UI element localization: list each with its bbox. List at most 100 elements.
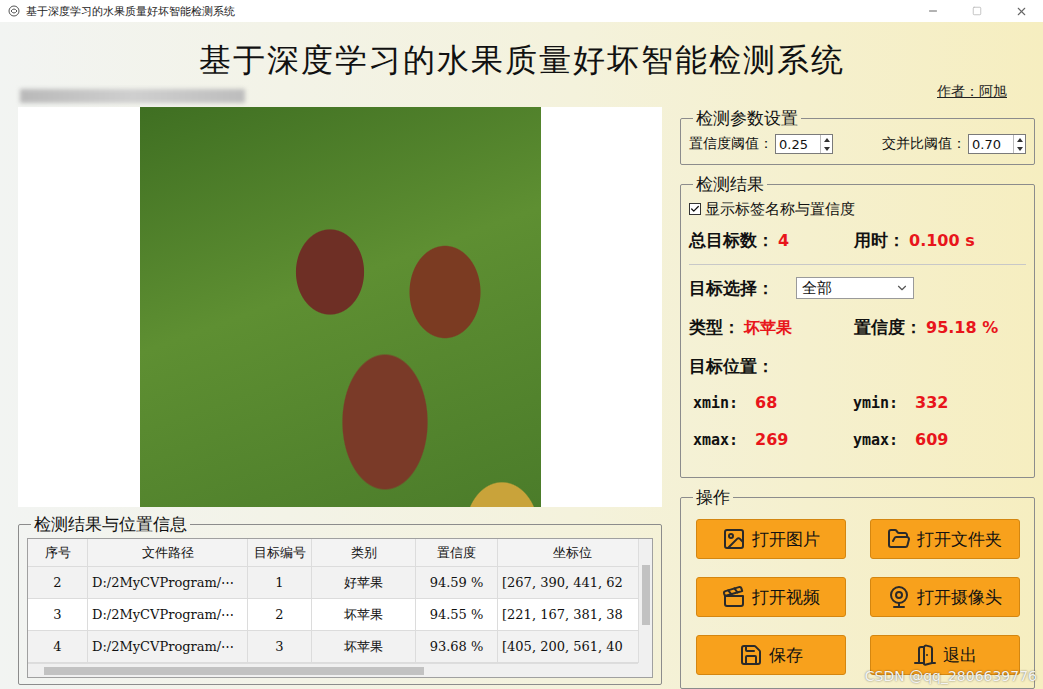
type-field: 类型：坏苹果 [689,316,854,339]
arrow-down-icon[interactable] [821,144,832,153]
window-title: 基于深度学习的水果质量好坏智能检测系统 [26,4,911,19]
table-cell: [267, 390, 441, 62 [498,567,638,598]
group-title: 操作 [693,486,733,509]
target-select-row: 目标选择： 全部 [689,273,1026,303]
table-cell: 1 [248,567,312,598]
coordinate-label: xmin: [693,394,751,412]
button-label: 保存 [769,644,803,667]
clapperboard-icon [722,585,746,609]
coordinate-value: 609 [915,430,948,449]
target-select-label: 目标选择： [689,277,774,300]
close-icon [1015,5,1028,18]
column-header[interactable]: 置信度 [416,539,498,566]
close-button[interactable] [999,0,1043,22]
coordinate-label: xmax: [693,431,751,449]
select-value: 全部 [802,279,832,298]
main-area: 检测结果与位置信息序号文件路径目标编号类别置信度坐标位2D:/2MyCVProg… [0,107,1043,689]
maximize-button[interactable] [955,0,999,22]
arrow-up-icon[interactable] [821,135,832,144]
horizontal-scrollbar[interactable] [28,663,638,677]
left-column: 检测结果与位置信息序号文件路径目标编号类别置信度坐标位2D:/2MyCVProg… [18,107,662,689]
target-select[interactable]: 全部 [796,277,914,299]
position-label: 目标位置： [689,356,774,376]
spin-box[interactable]: 0.70 [968,134,1026,154]
maximize-icon [972,6,982,16]
action-buttons: 打开图片打开文件夹打开视频 打开摄像头保存 退出 [689,511,1026,675]
app-title: 基于深度学习的水果质量好坏智能检测系统 [0,22,1043,80]
group-title: 检测结果 [693,173,767,196]
column-header[interactable]: 序号 [28,539,88,566]
checkbox[interactable] [689,203,701,215]
scroll-thumb[interactable] [642,565,650,625]
door-icon [913,643,937,667]
total-count: 总目标数：4 [689,229,854,252]
arrow-down-icon[interactable] [1014,144,1025,153]
actions-group: 操作打开图片打开文件夹打开视频 打开摄像头保存 退出 [680,486,1035,689]
header-info-row: 作者：阿旭 [0,80,1043,104]
spin-arrows [820,135,832,153]
table-cell: 坏苹果 [312,631,416,662]
minimize-button[interactable] [911,0,955,22]
action-button[interactable]: 打开图片 [696,519,846,559]
action-button[interactable]: 退出 [870,635,1020,675]
table-cell: 2 [248,599,312,630]
type-row: 类型：坏苹果置信度：95.18 % [689,313,1026,341]
type-label: 类型： [689,316,740,339]
group-title: 检测结果与位置信息 [31,513,190,536]
check-icon [690,204,700,214]
coordinate: xmin:68 [693,393,853,412]
column-header[interactable]: 类别 [312,539,416,566]
table-cell: 3 [28,599,88,630]
show-labels-checkbox[interactable]: 显示标签名称与置信度 [689,198,1026,220]
folder-icon [887,527,911,551]
action-button[interactable]: 打开摄像头 [870,577,1020,617]
column-header[interactable]: 目标编号 [248,539,312,566]
action-button[interactable]: 保存 [696,635,846,675]
type-value: 坏苹果 [744,318,792,339]
param-field: 置信度阈值：0.25 [689,134,833,154]
table-row[interactable]: 4D:/2MyCVProgram/⋯3坏苹果93.68 %[405, 200, … [28,631,638,663]
scroll-corner [638,663,652,677]
table-cell: 4 [28,631,88,662]
column-header[interactable]: 坐标位 [498,539,638,566]
app-window: 基于深度学习的水果质量好坏智能检测系统基于深度学习的水果质量好坏智能检测系统作者… [0,0,1043,689]
button-label: 打开摄像头 [917,586,1002,609]
watermark: CSDN @qq_2806639776 [865,668,1037,684]
table-row[interactable]: 2D:/2MyCVProgram/⋯1好苹果94.59 %[267, 390, … [28,567,638,599]
table-group: 检测结果与位置信息序号文件路径目标编号类别置信度坐标位2D:/2MyCVProg… [18,513,662,685]
results-table: 序号文件路径目标编号类别置信度坐标位2D:/2MyCVProgram/⋯1好苹果… [27,538,653,678]
spin-box[interactable]: 0.25 [775,134,833,154]
coordinates: xmin:68ymin:332xmax:269ymax:609 [689,393,1026,449]
scroll-thumb[interactable] [44,667,424,675]
param-label: 置信度阈值： [689,135,773,153]
arrow-up-icon[interactable] [1014,135,1025,144]
coordinate: ymax:609 [853,430,1026,449]
time-label: 用时： [854,229,905,252]
table-cell: 2 [28,567,88,598]
chevron-down-icon [895,281,909,295]
confidence-label: 置信度： [854,316,922,339]
total-value: 4 [778,231,789,250]
vertical-scrollbar[interactable] [638,539,652,663]
coordinate-value: 68 [755,393,777,412]
action-button[interactable]: 打开视频 [696,577,846,617]
blurred-info [20,89,245,103]
webcam-icon [887,585,911,609]
coordinate-value: 269 [755,430,788,449]
image-panel [18,107,662,507]
author-label: 作者：阿旭 [937,83,1007,101]
table-cell: 94.55 % [416,599,498,630]
detection-photo [140,107,541,507]
table-body: 序号文件路径目标编号类别置信度坐标位2D:/2MyCVProgram/⋯1好苹果… [28,539,638,663]
confidence-value: 95.18 % [926,318,998,337]
total-label: 总目标数： [689,229,774,252]
column-header[interactable]: 文件路径 [88,539,248,566]
table-cell: 坏苹果 [312,599,416,630]
picture-icon [722,527,746,551]
params-group: 检测参数设置置信度阈值：0.25交并比阈值：0.70 [680,107,1035,165]
spin-arrows [1013,135,1025,153]
action-button[interactable]: 打开文件夹 [870,519,1020,559]
table-row[interactable]: 3D:/2MyCVProgram/⋯2坏苹果94.55 %[221, 167, … [28,599,638,631]
coordinate-label: ymax: [853,431,911,449]
minimize-icon [927,5,939,17]
